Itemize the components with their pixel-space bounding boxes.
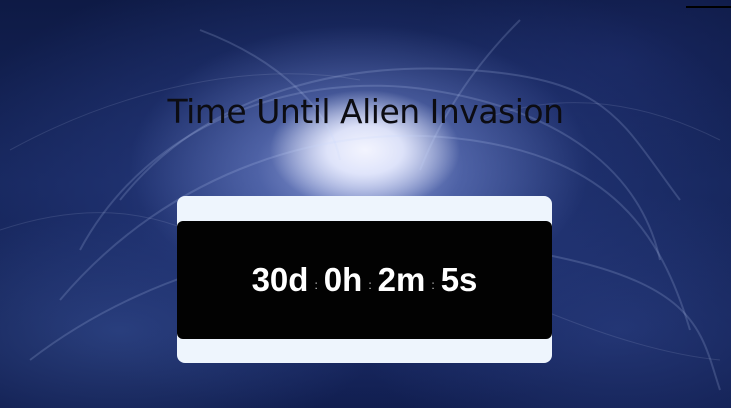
hours-value: 0h xyxy=(323,261,363,298)
days-value: 30d xyxy=(251,261,309,298)
seconds-value: 5s xyxy=(440,261,478,298)
minutes-value: 2m xyxy=(377,261,426,298)
separator: : xyxy=(314,278,318,292)
separator: : xyxy=(368,278,372,292)
countdown-display: 30d : 0h : 2m : 5s xyxy=(177,221,552,339)
countdown-card: 30d : 0h : 2m : 5s xyxy=(177,196,552,363)
separator: : xyxy=(431,278,435,292)
top-right-line xyxy=(686,6,731,8)
page-title: Time Until Alien Invasion xyxy=(167,92,564,131)
